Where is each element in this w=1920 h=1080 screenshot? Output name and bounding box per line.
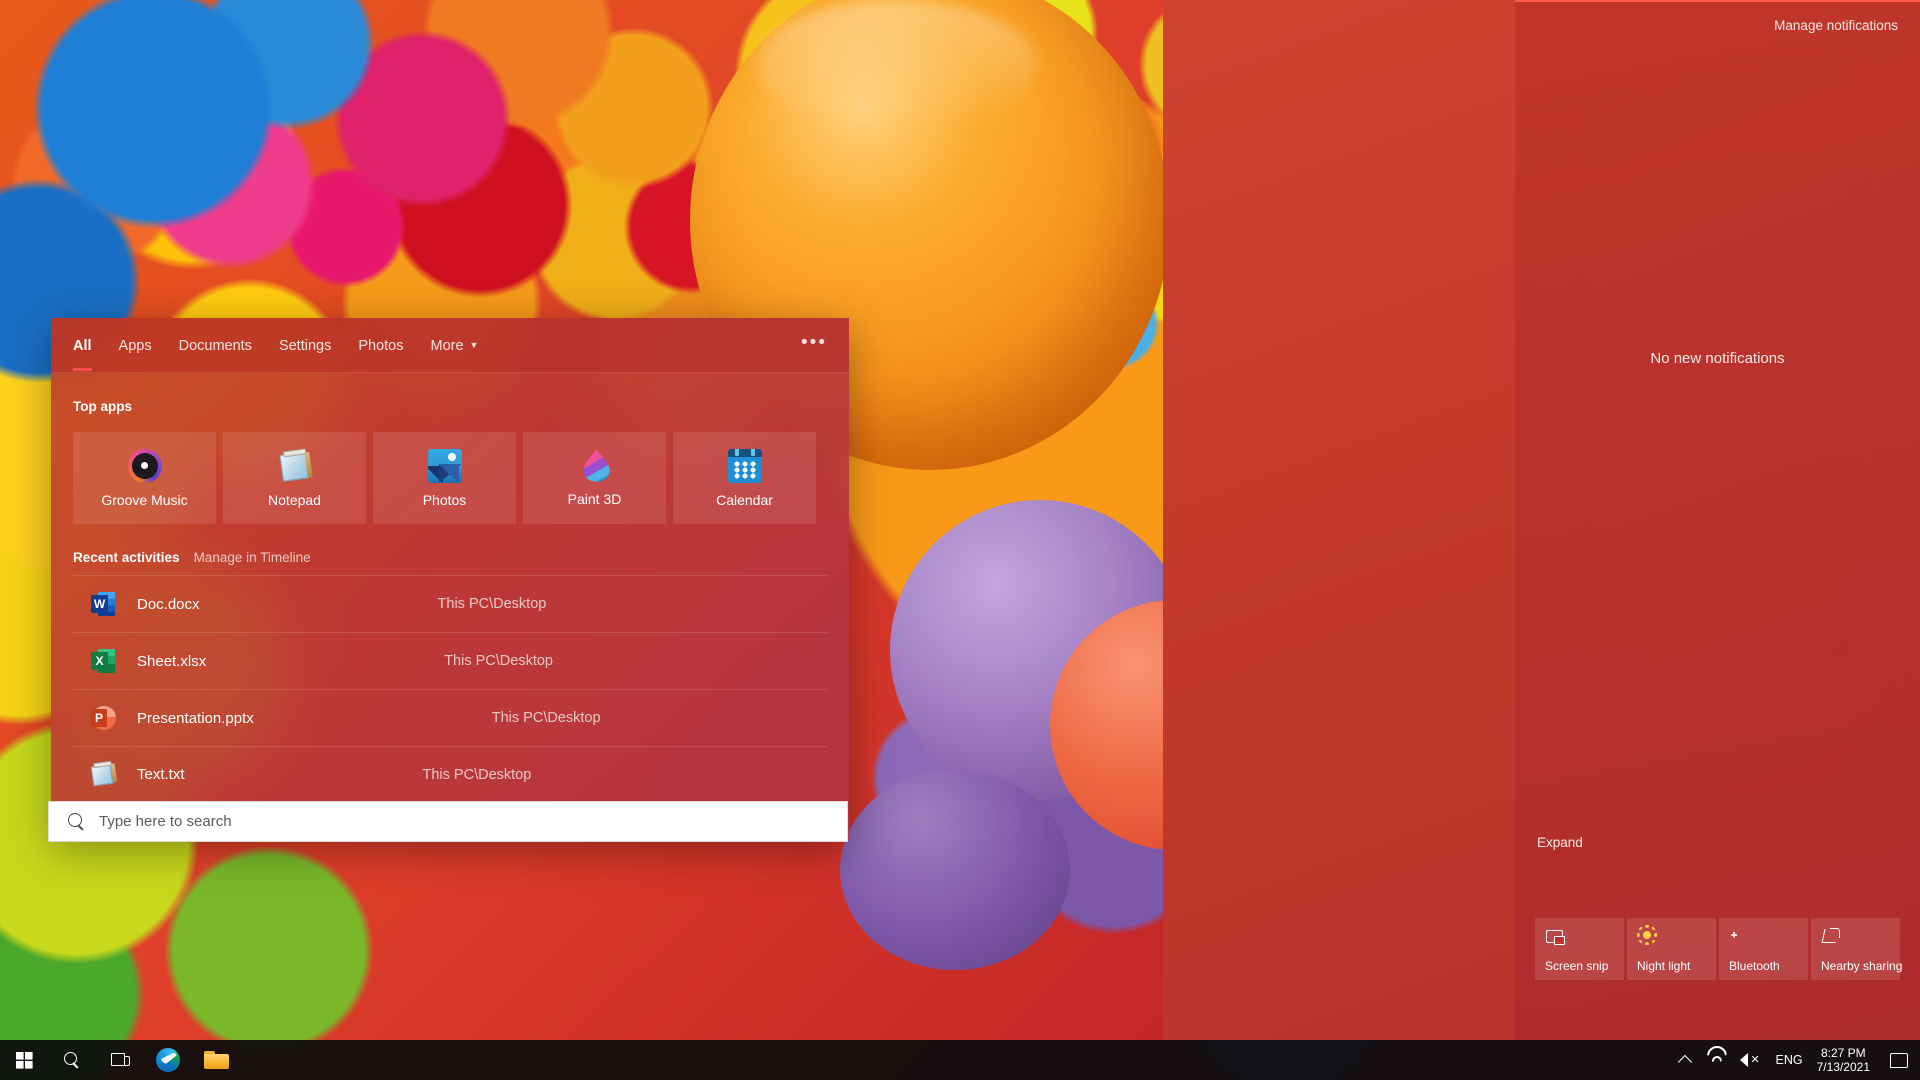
recent-file-location: This PC\Desktop	[491, 710, 601, 726]
groove-music-icon	[127, 448, 162, 483]
paint-3d-icon	[583, 450, 610, 482]
taskbar-app-file-explorer[interactable]	[192, 1040, 240, 1080]
recent-file-name: Presentation.pptx	[137, 709, 254, 727]
recent-file-location: This PC\Desktop	[437, 596, 547, 612]
top-apps-title: Top apps	[73, 399, 132, 414]
chevron-down-icon: ▼	[469, 339, 479, 350]
quick-action-screen-snip[interactable]: Screen snip	[1535, 918, 1624, 980]
tab-documents-label: Documents	[178, 337, 252, 354]
action-center-panel: Manage notifications No new notification…	[1515, 0, 1920, 1040]
recent-file-location: This PC\Desktop	[444, 653, 553, 669]
tab-settings[interactable]: Settings	[279, 321, 331, 370]
bluetooth-icon: ᛭	[1729, 926, 1740, 945]
taskbar: ENG 8:27 PM 7/13/2021	[0, 1040, 1920, 1080]
tab-settings-label: Settings	[278, 337, 332, 354]
task-view-icon	[110, 1052, 130, 1068]
recent-activities-header: Recent activities Manage in Timeline	[73, 550, 827, 565]
quick-action-night-light[interactable]: Night light	[1627, 918, 1716, 980]
tab-apps-label: Apps	[118, 337, 152, 354]
chevron-up-icon	[1677, 1054, 1692, 1070]
action-center-icon	[1890, 1052, 1908, 1068]
search-panel-body: Top apps Groove Music Notepad Photos Pai…	[51, 373, 849, 803]
tab-all-label: All	[73, 337, 92, 354]
quick-action-label: Bluetooth	[1729, 959, 1780, 973]
app-tile-notepad[interactable]: Notepad	[223, 432, 366, 524]
quick-action-bluetooth[interactable]: ᛭ Bluetooth	[1719, 918, 1808, 980]
expand-quick-actions-link[interactable]: Expand	[1537, 835, 1583, 850]
tab-more-label: More	[430, 337, 464, 354]
app-tile-label: Calendar	[716, 491, 773, 508]
recent-file-row[interactable]: Text.txt This PC\Desktop	[73, 746, 827, 803]
app-tile-label: Groove Music	[101, 491, 188, 508]
calendar-icon	[727, 448, 762, 483]
manage-notifications-link[interactable]: Manage notifications	[1774, 18, 1898, 33]
tab-photos[interactable]: Photos	[358, 321, 403, 370]
recent-activities-title: Recent activities	[73, 550, 180, 565]
start-button[interactable]	[0, 1040, 48, 1080]
app-tile-groove-music[interactable]: Groove Music	[73, 432, 216, 524]
tab-all[interactable]: All	[73, 321, 92, 371]
recent-files-list: Doc.docx This PC\Desktop Sheet.xlsx This…	[73, 575, 827, 803]
notepad-file-icon	[89, 760, 118, 789]
quick-action-label: Nearby sharing	[1821, 959, 1903, 973]
app-tile-calendar[interactable]: Calendar	[673, 432, 816, 524]
manage-in-timeline-link[interactable]: Manage in Timeline	[194, 550, 311, 565]
windows-search-panel: All Apps Documents Settings Photos More ▼…	[51, 318, 849, 840]
excel-icon	[91, 648, 115, 674]
app-tile-photos[interactable]: Photos	[373, 432, 516, 524]
network-button[interactable]	[1698, 1040, 1732, 1080]
app-tile-paint-3d[interactable]: Paint 3D	[523, 432, 666, 524]
file-explorer-icon	[203, 1050, 229, 1070]
windows-start-icon	[15, 1051, 33, 1069]
top-apps-grid: Groove Music Notepad Photos Paint 3D Cal	[73, 432, 827, 524]
wifi-icon	[1706, 1053, 1724, 1067]
recent-file-location: This PC\Desktop	[422, 766, 532, 783]
app-tile-label: Photos	[422, 491, 467, 508]
no-notifications-message: No new notifications	[1650, 350, 1785, 367]
clock-button[interactable]: 8:27 PM 7/13/2021	[1811, 1046, 1882, 1074]
quick-actions-grid: Screen snip Night light ᛭ Bluetooth Near…	[1535, 918, 1903, 980]
wallpaper-balloon-purple-small	[840, 770, 1070, 970]
desktop-screen: All Apps Documents Settings Photos More ▼…	[0, 0, 1920, 1080]
recent-file-row[interactable]: Presentation.pptx This PC\Desktop	[73, 689, 827, 746]
recent-file-row[interactable]: Sheet.xlsx This PC\Desktop	[73, 632, 827, 689]
language-indicator[interactable]: ENG	[1768, 1040, 1811, 1080]
app-tile-label: Paint 3D	[567, 490, 622, 507]
powerpoint-icon	[91, 705, 116, 731]
clock-date: 7/13/2021	[1816, 1060, 1870, 1074]
notepad-icon	[275, 446, 313, 484]
action-center-button[interactable]	[1882, 1040, 1916, 1080]
taskbar-search-button[interactable]	[48, 1040, 96, 1080]
volume-mute-icon	[1739, 1053, 1760, 1068]
photos-icon	[427, 448, 462, 483]
search-input-placeholder: Type here to search	[99, 813, 232, 830]
app-tile-label: Notepad	[268, 491, 321, 508]
quick-action-label: Screen snip	[1545, 959, 1609, 973]
clock-time: 8:27 PM	[1820, 1046, 1866, 1060]
search-panel-header: All Apps Documents Settings Photos More ▼…	[51, 318, 849, 373]
tab-more[interactable]: More ▼	[431, 321, 479, 370]
search-icon	[68, 813, 85, 830]
quick-action-label: Night light	[1637, 959, 1691, 973]
recent-file-name: Text.txt	[137, 766, 185, 783]
show-hidden-icons-button[interactable]	[1672, 1040, 1698, 1080]
tab-photos-label: Photos	[358, 337, 404, 354]
task-view-button[interactable]	[96, 1040, 144, 1080]
tab-documents[interactable]: Documents	[179, 321, 252, 370]
edge-icon	[156, 1048, 180, 1072]
recent-file-name: Sheet.xlsx	[137, 652, 207, 670]
search-icon	[64, 1052, 80, 1068]
word-icon	[91, 591, 115, 617]
volume-button[interactable]	[1732, 1040, 1768, 1080]
system-tray: ENG 8:27 PM 7/13/2021	[1672, 1040, 1920, 1080]
overflow-menu-button[interactable]: •••	[801, 332, 827, 358]
recent-file-name: Doc.docx	[137, 595, 200, 613]
tab-apps[interactable]: Apps	[119, 321, 152, 370]
quick-action-nearby-sharing[interactable]: Nearby sharing	[1811, 918, 1903, 980]
search-input[interactable]: Type here to search	[48, 801, 848, 842]
recent-file-row[interactable]: Doc.docx This PC\Desktop	[73, 575, 827, 632]
action-center-accent-bar	[1515, 0, 1920, 2]
taskbar-app-edge[interactable]	[144, 1040, 192, 1080]
